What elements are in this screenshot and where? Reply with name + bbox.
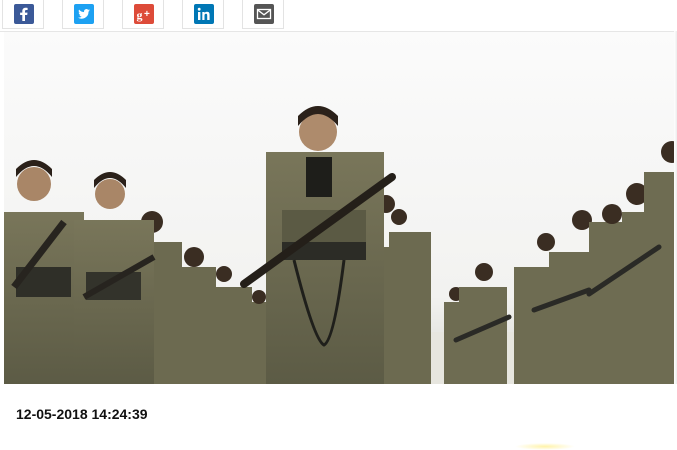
facebook-share-button[interactable]	[2, 0, 44, 29]
twitter-share-button[interactable]	[62, 0, 104, 29]
linkedin-icon	[194, 4, 214, 24]
svg-text:+: +	[144, 9, 150, 20]
google-plus-icon: g +	[134, 4, 154, 24]
envelope-icon	[254, 4, 274, 24]
article-photo	[4, 32, 677, 384]
email-share-button[interactable]	[242, 0, 284, 29]
linkedin-share-button[interactable]	[182, 0, 224, 29]
decorative-glow	[515, 443, 575, 450]
twitter-icon	[74, 4, 94, 24]
share-bar: g +	[0, 0, 677, 32]
google-plus-share-button[interactable]: g +	[122, 0, 164, 29]
article-meta: 12-05-2018 14:24:39	[0, 384, 677, 450]
svg-text:g: g	[137, 8, 143, 22]
facebook-icon	[14, 4, 34, 24]
publish-timestamp: 12-05-2018 14:24:39	[16, 406, 148, 422]
